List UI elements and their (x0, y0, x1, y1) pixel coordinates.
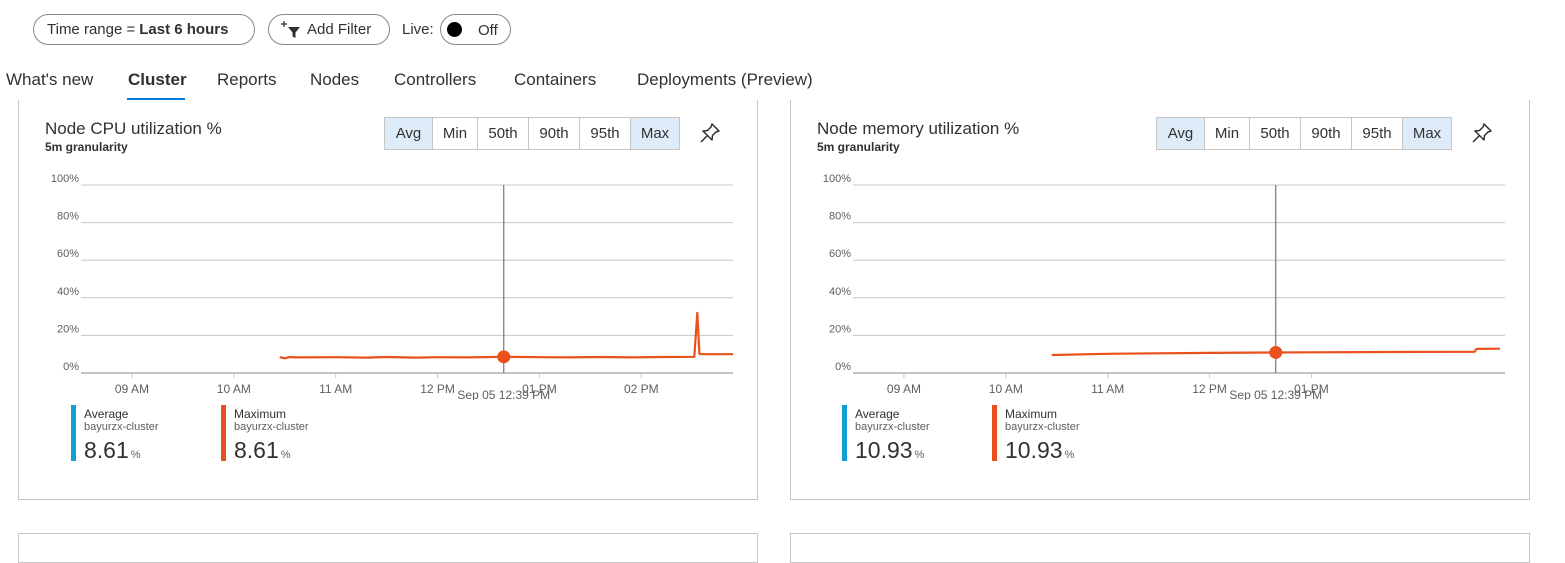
time-range-value: Last 6 hours (139, 21, 229, 38)
legend-average-swatch (842, 405, 847, 461)
memory-utilization-panel: Node memory utilization % 5m granularity… (790, 100, 1530, 500)
legend-value-wrap: 8.61% (84, 437, 141, 464)
y-tick-label: 20% (829, 323, 851, 335)
tab-reports[interactable]: Reports (217, 70, 277, 90)
legend-resource: bayurzx-cluster (84, 421, 159, 433)
x-tick-label: 12 PM (1192, 382, 1227, 396)
add-filter-label: Add Filter (307, 21, 372, 38)
legend-maximum-swatch (992, 405, 997, 461)
live-state: Off (478, 22, 498, 39)
tab-bar: What's new Cluster Reports Nodes Control… (0, 70, 1565, 102)
cpu-utilization-panel: Node CPU utilization % 5m granularity Av… (18, 100, 758, 500)
legend-name: Maximum (1005, 407, 1058, 421)
y-tick-label: 80% (829, 211, 851, 223)
y-tick-label: 60% (57, 248, 79, 260)
tab-controllers[interactable]: Controllers (394, 70, 476, 90)
cursor-point (1269, 345, 1283, 359)
legend-value-wrap: 10.93% (1005, 437, 1074, 464)
tab-containers[interactable]: Containers (514, 70, 596, 90)
y-tick-label: 20% (57, 323, 79, 335)
lower-panel (790, 533, 1530, 563)
legend-value-wrap: 10.93% (855, 437, 924, 464)
legend-resource: bayurzx-cluster (855, 421, 930, 433)
x-tick-label: 10 AM (989, 382, 1023, 396)
y-tick-label: 80% (57, 211, 79, 223)
x-tick-label: 10 AM (217, 382, 251, 396)
legend-resource: bayurzx-cluster (234, 421, 309, 433)
memory-line-chart[interactable]: 100%80%60%40%20%0%09 AM 10 AM 11 AM 12 PM 01… (791, 100, 1531, 400)
legend-value: 8.61 (234, 437, 279, 463)
legend-average-swatch (71, 405, 76, 461)
legend-unit: % (280, 449, 291, 461)
y-tick-label: 100% (823, 173, 851, 185)
add-filter-button[interactable]: Add Filter (268, 14, 390, 45)
legend-value: 10.93 (1005, 437, 1063, 463)
y-tick-label: 0% (835, 361, 851, 373)
tab-deployments[interactable]: Deployments (Preview) (637, 70, 813, 90)
cursor-time-label: Sep 05 12:39 PM (1229, 388, 1322, 400)
x-tick-label: 11 AM (319, 382, 352, 396)
cursor-time-label: Sep 05 12:39 PM (457, 388, 550, 400)
legend-value-wrap: 8.61% (234, 437, 291, 464)
tab-nodes[interactable]: Nodes (310, 70, 359, 90)
legend-unit: % (914, 449, 925, 461)
legend-name: Maximum (234, 407, 287, 421)
legend-resource: bayurzx-cluster (1005, 421, 1080, 433)
toggle-knob (447, 22, 462, 37)
cpu-line-chart[interactable]: 100%80%60%40%20%0%09 AM 10 AM 11 AM 12 PM 01… (19, 100, 759, 400)
cursor-point (497, 350, 511, 364)
x-tick-label: 02 PM (624, 382, 659, 396)
time-range-picker[interactable]: Time range = Last 6 hours (33, 14, 255, 45)
legend-name: Average (855, 407, 900, 421)
add-filter-icon (281, 20, 300, 38)
x-tick-label: 11 AM (1091, 382, 1124, 396)
y-tick-label: 40% (829, 286, 851, 298)
x-tick-label: 09 AM (115, 382, 149, 396)
time-range-label: Time range = (47, 21, 136, 38)
legend-value: 8.61 (84, 437, 129, 463)
live-label: Live: (402, 21, 434, 38)
legend-name: Average (84, 407, 129, 421)
live-toggle[interactable]: Off (440, 14, 511, 45)
x-tick-label: 12 PM (420, 382, 455, 396)
lower-panel (18, 533, 758, 563)
legend-maximum-swatch (221, 405, 226, 461)
y-tick-label: 40% (57, 286, 79, 298)
y-tick-label: 60% (829, 248, 851, 260)
legend-unit: % (1064, 449, 1075, 461)
legend-unit: % (130, 449, 141, 461)
tab-whats-new[interactable]: What's new (6, 70, 93, 90)
x-tick-label: 09 AM (887, 382, 921, 396)
legend-value: 10.93 (855, 437, 913, 463)
y-tick-label: 0% (63, 361, 79, 373)
y-tick-label: 100% (51, 173, 79, 185)
tab-cluster[interactable]: Cluster (128, 70, 187, 90)
